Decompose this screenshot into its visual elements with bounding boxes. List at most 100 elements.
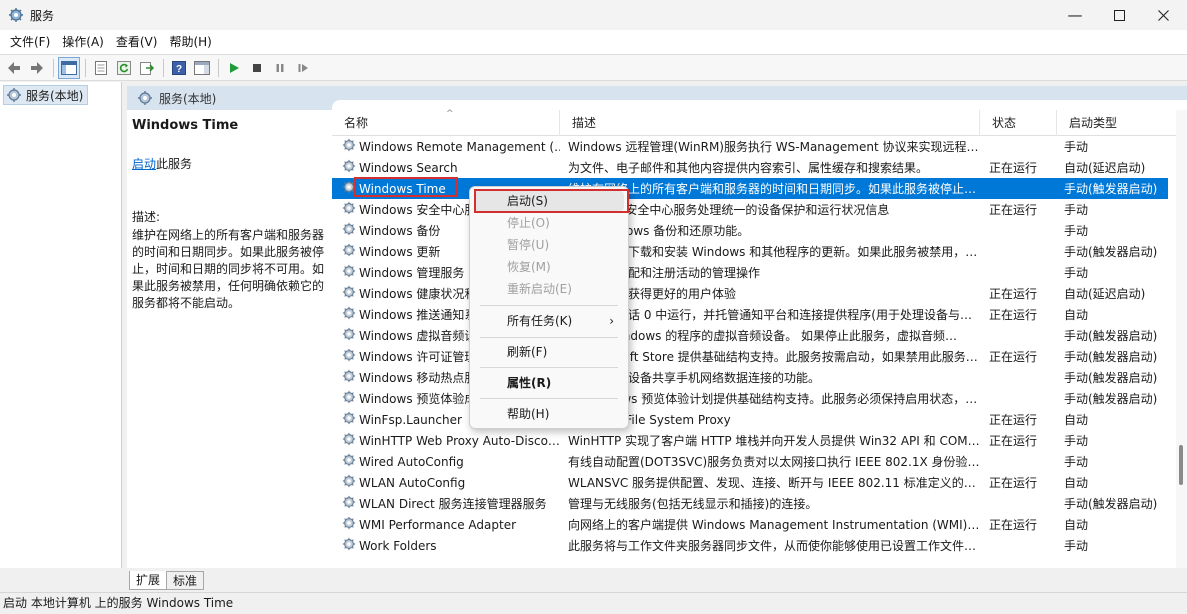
column-header-description[interactable]: 描述	[560, 110, 980, 136]
service-status: 正在运行	[989, 518, 1038, 532]
properties-page-icon	[95, 60, 107, 75]
service-name-cell: WinHTTP Web Proxy Auto-Disco…	[332, 432, 560, 449]
column-header-status[interactable]: 状态	[980, 110, 1057, 136]
services-gear-icon	[7, 88, 21, 102]
export-icon	[140, 61, 155, 75]
table-row[interactable]: Windows 管理服务 执行包括预配和注册活动的管理操作 手动	[332, 262, 1168, 283]
close-icon	[1157, 9, 1169, 21]
toolbar-separator	[163, 58, 164, 77]
back-button[interactable]	[3, 57, 25, 79]
ctx-stop[interactable]: 停止(O)	[474, 213, 624, 233]
forward-button[interactable]	[26, 57, 48, 79]
maximize-button[interactable]	[1097, 0, 1141, 30]
scrollbar-thumb[interactable]	[1179, 445, 1183, 485]
svg-text:?: ?	[176, 64, 182, 75]
service-startup-type: 手动	[1064, 455, 1089, 469]
close-button[interactable]	[1141, 0, 1185, 30]
start-service-button[interactable]	[223, 57, 245, 79]
service-startup-type: 手动(触发器启动)	[1064, 392, 1158, 406]
menu-bar: 文件(F) 操作(A) 查看(V) 帮助(H)	[0, 30, 1187, 54]
stop-service-button[interactable]	[246, 57, 268, 79]
table-row[interactable]: Windows 健康状况和优化体验 启用使用户获得更好的用户体验 正在运行 自动(延迟…	[332, 283, 1168, 304]
pause-service-button[interactable]	[269, 57, 291, 79]
table-row[interactable]: Windows 预览体验成员服务为 Windows 预览体验计划提供基础结构支持…	[332, 388, 1168, 409]
menu-action[interactable]: 操作(A)	[56, 30, 110, 54]
title-bar: 服务 —	[0, 0, 1187, 30]
service-description: 向网络上的客户端提供 Windows Management Instrument…	[568, 518, 980, 532]
table-row[interactable]: Windows Search 为文件、电子邮件和其他内容提供内容索引、属性缓存和搜…	[332, 157, 1168, 178]
table-row[interactable]: Windows Remote Management (… Windows 远程管理…	[332, 136, 1168, 157]
properties-toolbar-button[interactable]	[90, 57, 112, 79]
table-row[interactable]: WMI Performance Adapter 向网络上的客户端提供 Window…	[332, 514, 1168, 535]
ctx-properties[interactable]: 属性(R)	[474, 373, 624, 393]
refresh-toolbar-button[interactable]	[113, 57, 135, 79]
table-row[interactable]: WinHTTP Web Proxy Auto-Disco… WinHTTP 实现了…	[332, 430, 1168, 451]
service-gear-icon	[342, 390, 356, 407]
table-row[interactable]: Windows 更新 启用检测、下载和安装 Windows 和其他程序的更新。如果…	[332, 241, 1168, 262]
table-row[interactable]: Windows 虚拟音频设备 为基于 Windows 的程序的虚拟音频设备。 如果…	[332, 325, 1168, 346]
show-hide-console-tree-button[interactable]	[58, 56, 80, 79]
menu-file[interactable]: 文件(F)	[4, 30, 56, 54]
start-item-highlight-box	[474, 189, 629, 213]
ctx-resume[interactable]: 恢复(M)	[474, 257, 624, 277]
column-header-name[interactable]: ^ 名称	[332, 109, 560, 136]
table-row[interactable]: Windows 备份 提供 Windows 备份和还原功能。 手动	[332, 220, 1168, 241]
window-title: 服务	[30, 8, 55, 23]
ctx-refresh[interactable]: 刷新(F)	[474, 342, 624, 362]
minimize-button[interactable]: —	[1053, 0, 1097, 30]
ctx-all-tasks[interactable]: 所有任务(K) ›	[474, 311, 624, 331]
service-startup-type: 手动	[1064, 203, 1089, 217]
service-startup-type: 自动	[1064, 308, 1089, 322]
console-tree: 服务(本地)	[0, 82, 122, 568]
service-startup-type: 自动(延迟启动)	[1064, 161, 1146, 175]
toolbar-separator	[218, 58, 219, 77]
table-row[interactable]: WLAN AutoConfig WLANSVC 服务提供配置、发现、连接、断开与 …	[332, 472, 1168, 493]
table-row[interactable]: Work Folders 此服务将与工作文件夹服务器同步文件，从而使你能够使用已设…	[332, 535, 1168, 556]
table-row[interactable]: Windows 移动热点服务 提供与其他设备共享手机网络数据连接的功能。 手动(触发…	[332, 367, 1168, 388]
table-row[interactable]: Windows 推送通知系统服务 此服务在会话 0 中运行，并托管通知平台和连接提…	[332, 304, 1168, 325]
ctx-restart[interactable]: 重新启动(E)	[474, 279, 624, 299]
column-header-startup-type[interactable]: 启动类型	[1057, 110, 1187, 136]
show-action-pane-button[interactable]	[191, 57, 213, 79]
service-name: Windows 备份	[359, 224, 441, 238]
ctx-help[interactable]: 帮助(H)	[474, 404, 624, 424]
tree-item-services-local[interactable]: 服务(本地)	[3, 85, 89, 105]
service-startup-type: 手动(触发器启动)	[1064, 329, 1158, 343]
table-row[interactable]: Windows 安全中心服务 Windows 安全中心服务处理统一的设备保护和运行…	[332, 199, 1168, 220]
service-gear-icon	[342, 201, 356, 218]
ctx-separator	[480, 398, 618, 399]
start-service-link[interactable]: 启动	[132, 157, 156, 171]
service-gear-icon	[342, 138, 356, 155]
help-icon: ?	[172, 60, 186, 75]
service-gear-icon	[342, 264, 356, 281]
table-row[interactable]: WinFsp.Launcher Windows File System Proxy…	[332, 409, 1168, 430]
service-startup-type: 手动(触发器启动)	[1064, 245, 1158, 259]
vertical-scrollbar[interactable]	[1176, 110, 1187, 568]
context-menu: 启动(S) 停止(O) 暂停(U) 恢复(M) 重新启动(E) 所有任务(K) ›…	[469, 186, 629, 429]
service-description: 为文件、电子邮件和其他内容提供内容索引、属性缓存和搜索结果。	[568, 161, 929, 175]
service-name-cell: Windows Remote Management (…	[332, 138, 560, 155]
table-row[interactable]: Wired AutoConfig 有线自动配置(DOT3SVC)服务负责对以太网接…	[332, 451, 1168, 472]
restart-service-button[interactable]	[292, 57, 314, 79]
service-gear-icon	[342, 474, 356, 491]
service-gear-icon	[342, 432, 356, 449]
tree-item-label: 服务(本地)	[26, 88, 84, 103]
ctx-separator	[480, 305, 618, 306]
menu-view[interactable]: 查看(V)	[110, 30, 164, 54]
menu-help[interactable]: 帮助(H)	[163, 30, 217, 54]
table-row[interactable]: WLAN Direct 服务连接管理器服务 管理与无线服务(包括无线显示和插接)的…	[332, 493, 1168, 514]
service-status: 正在运行	[989, 476, 1038, 490]
service-name-cell: WMI Performance Adapter	[332, 516, 560, 533]
toolbar-separator	[53, 58, 54, 77]
ctx-pause[interactable]: 暂停(U)	[474, 235, 624, 255]
service-name: WinFsp.Launcher	[359, 412, 462, 427]
service-name-cell: Windows Search	[332, 159, 560, 176]
service-startup-type: 手动	[1064, 539, 1089, 553]
tab-standard[interactable]: 标准	[166, 571, 205, 590]
sort-ascending-icon: ^	[446, 109, 454, 119]
tab-extended[interactable]: 扩展	[129, 571, 168, 590]
table-row[interactable]: Windows 许可证管理器服务为 Microsoft Store 提供基础结构…	[332, 346, 1168, 367]
help-toolbar-button[interactable]: ?	[168, 57, 190, 79]
export-list-button[interactable]	[136, 57, 158, 79]
service-status: 正在运行	[989, 203, 1038, 217]
